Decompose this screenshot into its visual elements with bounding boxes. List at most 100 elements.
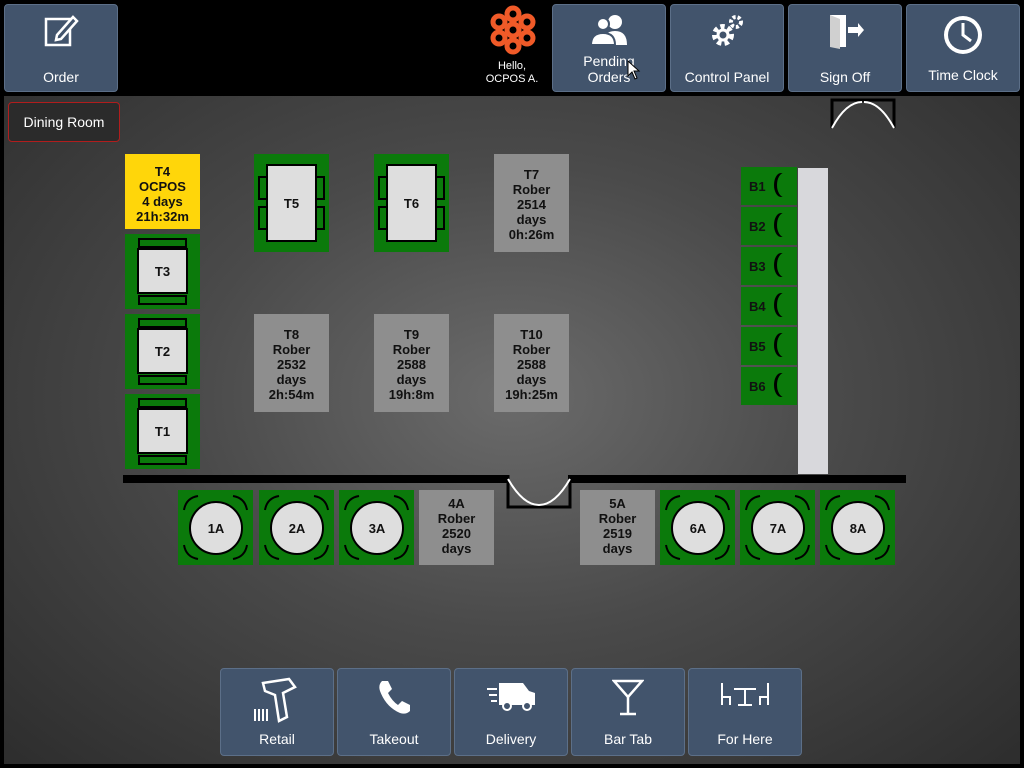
table-T10[interactable]: T10 Rober 2588 days 19h:25m <box>494 314 569 412</box>
retail-label: Retail <box>259 731 295 747</box>
table-2A-label: 2A <box>270 501 324 555</box>
stool-icon <box>777 373 791 397</box>
table-T8[interactable]: T8 Rober 2532 days 2h:54m <box>254 314 329 412</box>
bar-seat-B4[interactable]: B4 <box>741 287 797 325</box>
table-5A-name: 5A <box>609 496 626 511</box>
table-T2-label: T2 <box>137 328 188 374</box>
table-1A-label: 1A <box>189 501 243 555</box>
table-T8-name: T8 <box>283 327 300 342</box>
delivery-button[interactable]: Delivery <box>454 668 568 756</box>
table-T8-days-count: 2532 <box>277 357 306 372</box>
table-T5-label: T5 <box>266 164 317 242</box>
takeout-button[interactable]: Takeout <box>337 668 451 756</box>
table-4A-name: 4A <box>448 496 465 511</box>
stool-icon <box>777 333 791 357</box>
table-2A[interactable]: 2A <box>259 490 334 565</box>
bar-tab-button[interactable]: Bar Tab <box>571 668 685 756</box>
pending-orders-button[interactable]: Pending Orders <box>552 4 666 92</box>
for-here-button[interactable]: For Here <box>688 668 802 756</box>
table-T4-days: 4 days <box>142 194 183 209</box>
table-5A-server: Rober <box>598 511 637 526</box>
chair <box>138 318 187 328</box>
table-T4-name: T4 <box>154 164 171 179</box>
sign-off-label: Sign Off <box>819 69 871 85</box>
table-7A[interactable]: 7A <box>740 490 815 565</box>
bar-counter <box>798 168 828 474</box>
pending-orders-label: Pending Orders <box>553 53 665 85</box>
greeting: Hello, OCPOS A. <box>476 60 548 86</box>
table-6A-label: 6A <box>671 501 725 555</box>
bar-seat-B2[interactable]: B2 <box>741 207 797 245</box>
top-bar: Order Hello, OCPOS A. Pending Orders Con… <box>0 0 1024 96</box>
exit-door-icon <box>826 13 864 54</box>
table-T8-time: 2h:54m <box>268 387 315 402</box>
dining-room-tab[interactable]: Dining Room <box>8 102 120 142</box>
bar-seat-label: B4 <box>749 299 766 314</box>
users-icon <box>589 13 629 50</box>
table-T7-server: Rober <box>512 182 551 197</box>
table-T9-server: Rober <box>392 342 431 357</box>
control-panel-label: Control Panel <box>684 69 770 85</box>
table-T5[interactable]: T5 <box>254 154 329 252</box>
chair <box>138 295 187 305</box>
pending-line1: Pending <box>583 53 635 69</box>
sign-off-button[interactable]: Sign Off <box>788 4 902 92</box>
bar-seat-B1[interactable]: B1 <box>741 167 797 205</box>
order-button[interactable]: Order <box>4 4 118 92</box>
table-T7[interactable]: T7 Rober 2514 days 0h:26m <box>494 154 569 252</box>
wall-left <box>123 475 509 483</box>
table-T10-name: T10 <box>520 327 543 342</box>
patio-door <box>506 475 572 509</box>
bar-seat-label: B3 <box>749 259 766 274</box>
table-T10-time: 19h:25m <box>505 387 558 402</box>
table-3A-label: 3A <box>350 501 404 555</box>
order-label: Order <box>43 69 79 85</box>
table-T9-name: T9 <box>403 327 420 342</box>
dining-table-icon <box>718 677 772 714</box>
table-T3[interactable]: T3 <box>125 234 200 309</box>
table-5A-days-count: 2519 <box>603 526 632 541</box>
control-panel-button[interactable]: Control Panel <box>670 4 784 92</box>
table-4A-days-count: 2520 <box>442 526 471 541</box>
stool-icon <box>777 253 791 277</box>
cocktail-icon <box>611 677 645 722</box>
table-T1[interactable]: T1 <box>125 394 200 469</box>
table-T1-label: T1 <box>137 408 188 454</box>
table-T6-label: T6 <box>386 164 437 242</box>
takeout-label: Takeout <box>369 731 419 747</box>
ocpos-logo <box>487 4 539 61</box>
table-6A[interactable]: 6A <box>660 490 735 565</box>
edit-icon <box>43 13 79 54</box>
time-clock-button[interactable]: Time Clock <box>906 4 1020 92</box>
delivery-van-icon <box>485 677 537 718</box>
table-5A-days-unit: days <box>602 541 633 556</box>
stool-icon <box>777 173 791 197</box>
table-3A[interactable]: 3A <box>339 490 414 565</box>
table-8A[interactable]: 8A <box>820 490 895 565</box>
retail-button[interactable]: Retail <box>220 668 334 756</box>
pending-line2: Orders <box>587 69 631 85</box>
table-T10-server: Rober <box>512 342 551 357</box>
table-5A[interactable]: 5A Rober 2519 days <box>580 490 655 565</box>
bar-seat-B3[interactable]: B3 <box>741 247 797 285</box>
table-7A-label: 7A <box>751 501 805 555</box>
clock-icon <box>941 13 985 62</box>
table-T7-days-count: 2514 <box>517 197 546 212</box>
table-T9-time: 19h:8m <box>388 387 435 402</box>
barcode-scanner-icon <box>253 677 301 730</box>
table-1A[interactable]: 1A <box>178 490 253 565</box>
table-T2[interactable]: T2 <box>125 314 200 389</box>
table-T9[interactable]: T9 Rober 2588 days 19h:8m <box>374 314 449 412</box>
chair <box>138 238 187 248</box>
table-T6[interactable]: T6 <box>374 154 449 252</box>
for-here-label: For Here <box>717 731 773 747</box>
chair <box>138 455 187 465</box>
bar-seat-B6[interactable]: B6 <box>741 367 797 405</box>
stool-icon <box>777 213 791 237</box>
table-T4[interactable]: T4 OCPOS 4 days 21h:32m <box>125 154 200 229</box>
bar-seat-B5[interactable]: B5 <box>741 327 797 365</box>
table-T10-days-unit: days <box>516 372 547 387</box>
table-4A-server: Rober <box>437 511 476 526</box>
bar-seat-label: B2 <box>749 219 766 234</box>
table-4A[interactable]: 4A Rober 2520 days <box>419 490 494 565</box>
